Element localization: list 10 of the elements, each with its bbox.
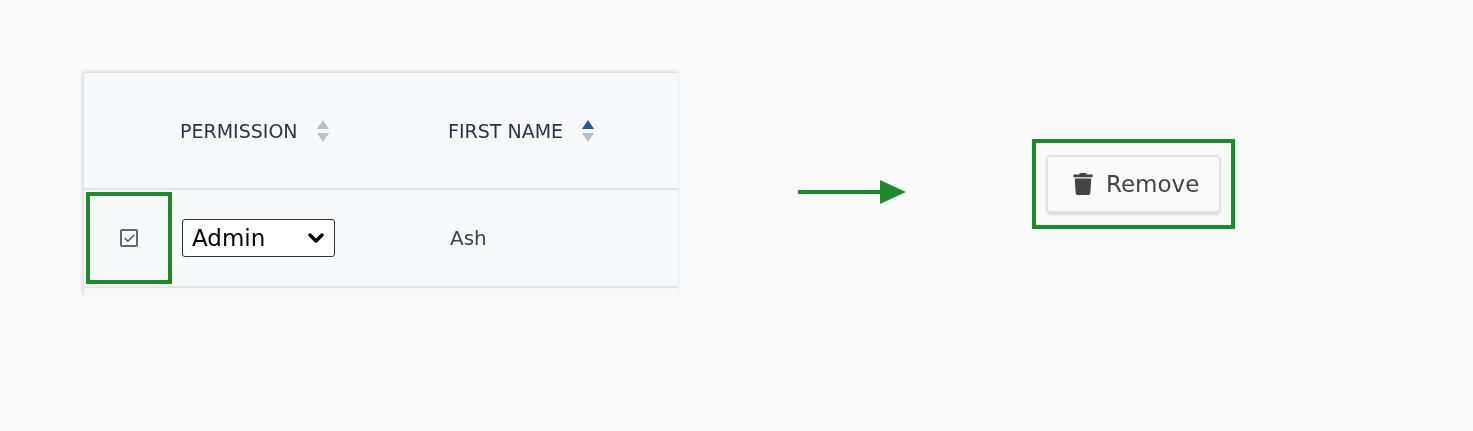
column-header[interactable]: FIRST NAME [448,119,564,142]
permission-select[interactable]: Admin [182,219,335,257]
column-header[interactable]: PERMISSION [180,119,298,142]
sort-icon[interactable] [581,118,596,143]
arrow-icon [798,179,906,205]
trash-icon [1072,173,1094,195]
table-cell: Ash [450,226,487,250]
remove-button[interactable]: Remove [1046,155,1222,213]
row-checkbox[interactable] [120,229,138,247]
check-icon [122,231,136,245]
